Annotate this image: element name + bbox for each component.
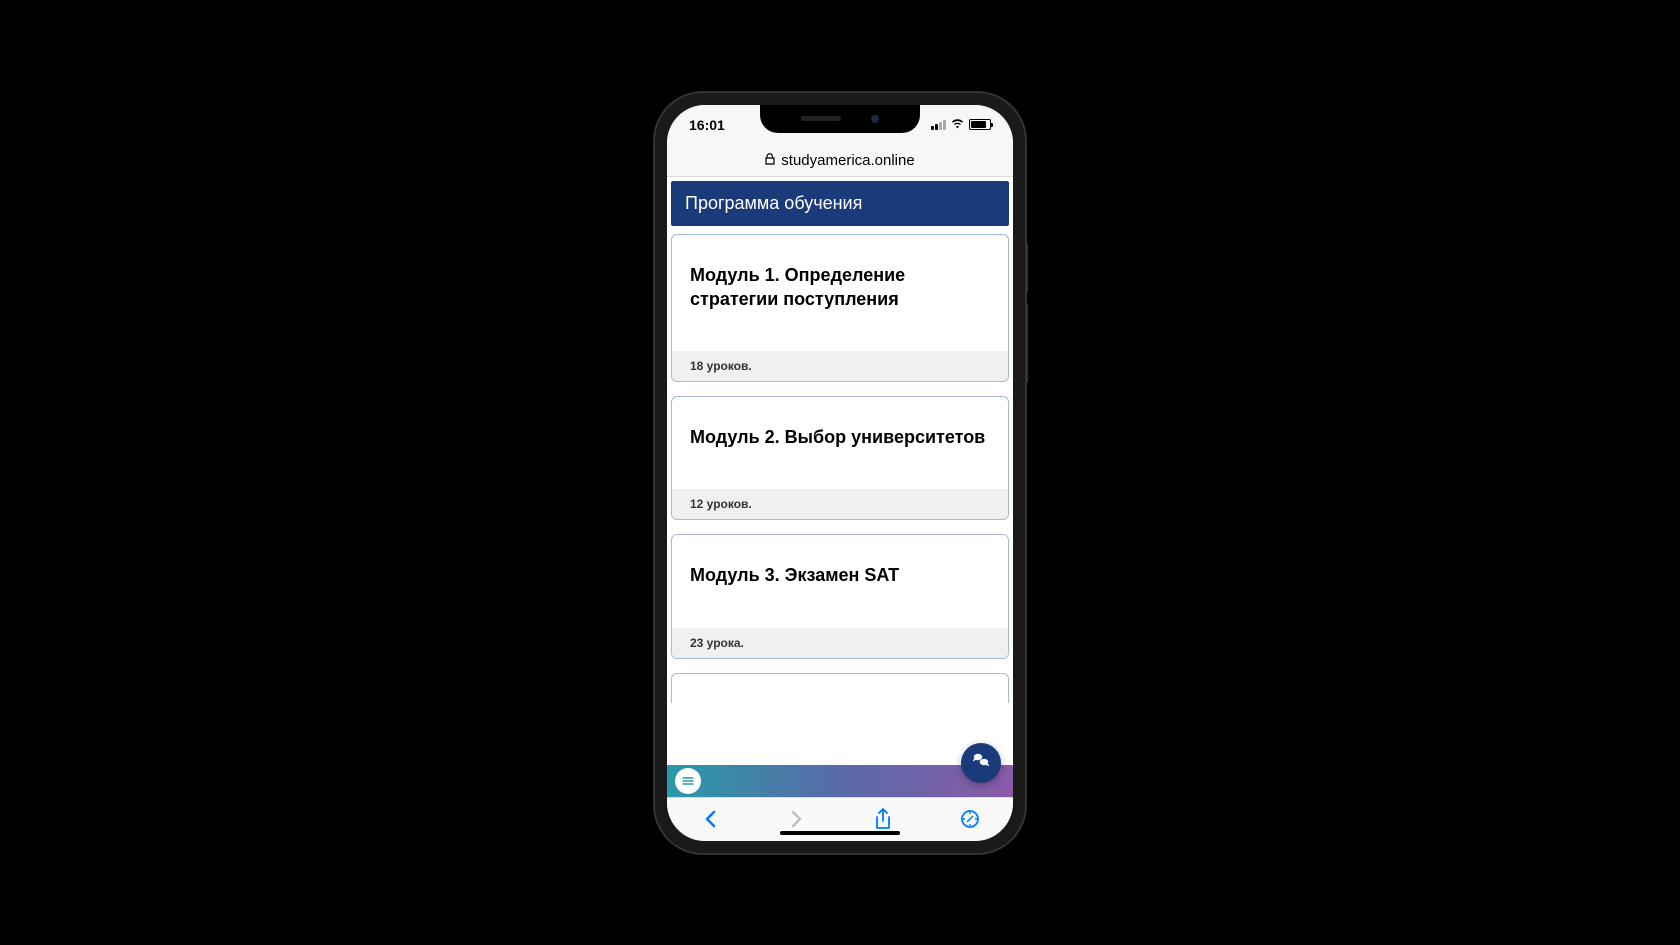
phone-screen: 16:01 studyamerica.online: [667, 105, 1013, 841]
browser-url-bar[interactable]: studyamerica.online: [667, 145, 1013, 177]
share-icon: [874, 808, 892, 830]
module-lessons-count: 23 урока.: [672, 628, 1008, 658]
back-button[interactable]: [688, 809, 732, 829]
module-card[interactable]: [671, 673, 1009, 703]
status-time: 16:01: [689, 117, 725, 133]
lock-icon: [765, 153, 775, 168]
chevron-left-icon: [703, 809, 717, 829]
module-lessons-count: 12 уроков.: [672, 489, 1008, 519]
phone-speaker: [801, 116, 841, 121]
battery-icon: [969, 119, 991, 130]
cellular-signal-icon: [931, 119, 946, 130]
chat-icon: [970, 752, 992, 774]
menu-button[interactable]: [675, 768, 701, 794]
status-right: [931, 118, 991, 132]
wifi-icon: [950, 118, 965, 132]
module-card[interactable]: Модуль 2. Выбор университетов 12 уроков.: [671, 396, 1009, 520]
chat-button[interactable]: [961, 743, 1001, 783]
forward-button[interactable]: [775, 809, 819, 829]
module-title: Модуль 2. Выбор университетов: [672, 397, 1008, 489]
phone-side-button: [1025, 243, 1028, 293]
page-content[interactable]: Программа обучения Модуль 1. Определение…: [667, 177, 1013, 797]
phone-notch: [760, 105, 920, 133]
phone-side-button: [1025, 303, 1028, 383]
share-button[interactable]: [861, 808, 905, 830]
page-title: Программа обучения: [685, 193, 862, 213]
module-title: Модуль 1. Определение стратегии поступле…: [672, 235, 1008, 352]
page-header: Программа обучения: [671, 181, 1009, 226]
module-card[interactable]: Модуль 3. Экзамен SAT 23 урока.: [671, 534, 1009, 658]
compass-icon: [960, 809, 980, 829]
url-domain-text: studyamerica.online: [781, 152, 914, 169]
chevron-right-icon: [790, 809, 804, 829]
phone-camera-icon: [871, 115, 879, 123]
module-card[interactable]: Модуль 1. Определение стратегии поступле…: [671, 234, 1009, 383]
tabs-button[interactable]: [948, 809, 992, 829]
module-title: Модуль 3. Экзамен SAT: [672, 535, 1008, 627]
module-lessons-count: 18 уроков.: [672, 351, 1008, 381]
home-indicator[interactable]: [780, 831, 900, 835]
phone-device-frame: 16:01 studyamerica.online: [655, 93, 1025, 853]
